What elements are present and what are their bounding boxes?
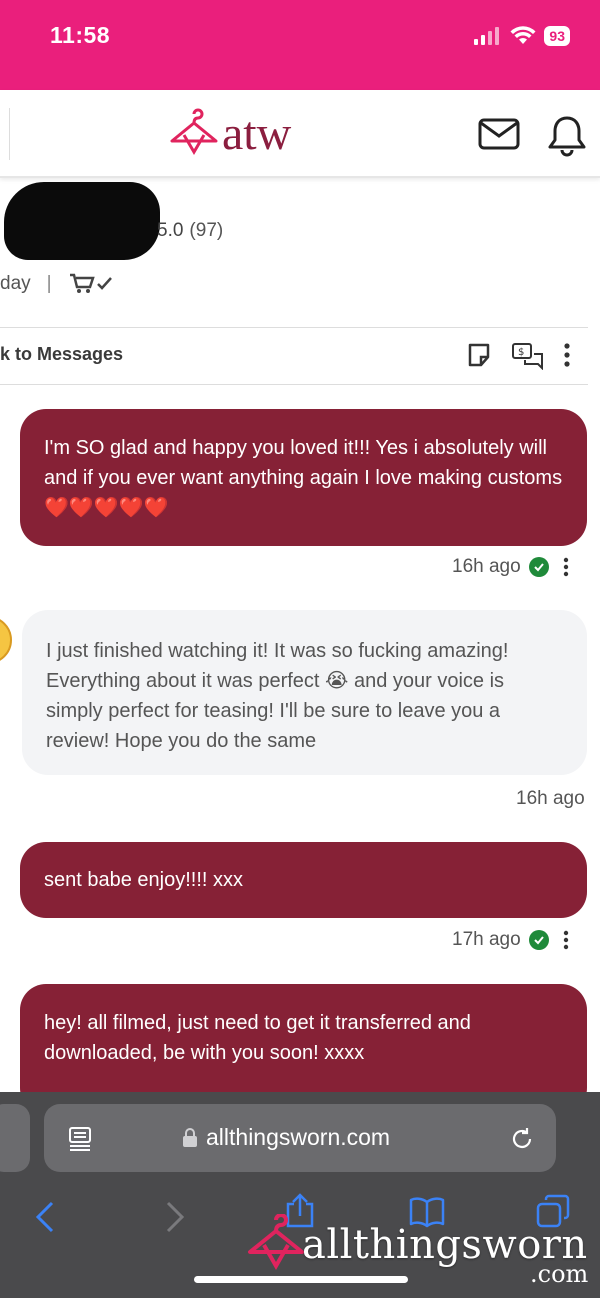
message-bubble-outgoing: sent babe enjoy!!!! xxx — [20, 842, 587, 918]
site-header: atw — [0, 90, 600, 178]
separator: | — [46, 273, 52, 294]
read-check-icon — [528, 930, 549, 950]
home-indicator[interactable] — [194, 1276, 408, 1283]
reload-icon[interactable] — [509, 1126, 535, 1152]
seller-subline: day | — [0, 273, 116, 295]
redacted-username — [4, 182, 160, 260]
back-to-messages-link[interactable]: k to Messages — [0, 344, 123, 365]
hanger-logo-icon — [170, 108, 218, 155]
message-meta: 16h ago — [516, 788, 585, 810]
forward-arrow-icon — [166, 1201, 185, 1233]
url-text: allthingsworn.com — [206, 1124, 391, 1150]
mail-icon[interactable] — [477, 114, 521, 154]
svg-text:$: $ — [518, 347, 524, 358]
seller-info: 5.0 (97) day | — [0, 180, 600, 320]
message-time: 16h ago — [452, 556, 521, 577]
site-logo[interactable]: atw — [168, 108, 291, 160]
message-meta: 16h ago — [452, 556, 569, 578]
status-bar: 11:58 93 — [0, 0, 600, 90]
seller-rating: 5.0 (97) — [157, 220, 223, 242]
message-bubble-outgoing: I'm SO glad and happy you loved it!!! Ye… — [20, 409, 587, 546]
message-options-icon[interactable] — [563, 557, 569, 577]
previous-tab-preview[interactable] — [0, 1104, 30, 1172]
status-time: 11:58 — [50, 22, 111, 48]
last-seen-text: day — [0, 273, 31, 294]
logo-text: atw — [222, 107, 292, 160]
message-text: hey! all filmed, just need to get it tra… — [44, 1012, 471, 1064]
read-check-icon — [528, 557, 549, 577]
custom-offer-icon[interactable]: $ — [511, 342, 545, 370]
message-time: 17h ago — [452, 929, 521, 950]
thread-toolbar: k to Messages $ — [0, 327, 588, 385]
battery-indicator: 93 — [544, 26, 570, 46]
buyer-avatar[interactable] — [0, 616, 12, 664]
message-text: I'm SO glad and happy you loved it!!! Ye… — [44, 437, 563, 519]
message-text: sent babe enjoy!!!! xxx — [44, 869, 244, 891]
reader-mode-icon[interactable] — [68, 1126, 94, 1152]
more-options-icon[interactable] — [560, 342, 574, 368]
bell-icon[interactable] — [546, 114, 588, 158]
signal-icon — [474, 27, 500, 45]
watermark-hanger-icon — [248, 1214, 304, 1271]
status-icons: 93 — [474, 26, 570, 46]
message-meta: 17h ago — [452, 929, 569, 951]
message-options-icon[interactable] — [563, 930, 569, 950]
watermark-suffix: .com — [530, 1260, 589, 1288]
message-bubble-incoming: I just finished watching it! It was so f… — [22, 610, 587, 775]
rating-count[interactable]: (97) — [189, 220, 223, 241]
back-arrow-icon[interactable] — [34, 1200, 56, 1234]
message-time: 16h ago — [516, 788, 585, 809]
lock-icon — [183, 1128, 197, 1147]
note-icon[interactable] — [466, 342, 492, 368]
message-text: I just finished watching it! It was so f… — [46, 640, 509, 752]
header-divider — [9, 108, 10, 160]
address-bar[interactable]: allthingsworn.com — [44, 1104, 556, 1172]
rating-value: 5.0 — [157, 220, 184, 241]
wifi-icon — [510, 26, 536, 44]
cart-check-icon — [69, 273, 112, 293]
